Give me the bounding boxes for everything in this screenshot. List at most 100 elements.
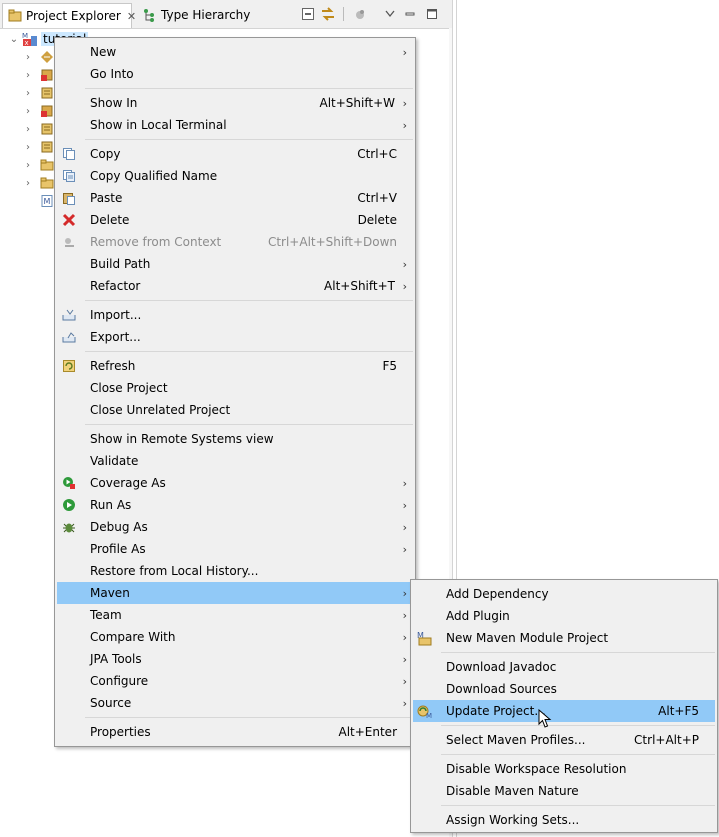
- svg-text:x: x: [25, 39, 29, 47]
- menu-item-compare-with[interactable]: Compare With ›: [57, 626, 413, 648]
- menu-item-close-project[interactable]: Close Project: [57, 377, 413, 399]
- menu-separator: [85, 351, 413, 352]
- menu-item-close-unrelated-project[interactable]: Close Unrelated Project: [57, 399, 413, 421]
- chevron-right-icon[interactable]: ›: [22, 52, 34, 63]
- menu-item-show-in-local-terminal[interactable]: Show in Local Terminal ›: [57, 114, 413, 136]
- menu-item-export[interactable]: Export...: [57, 326, 413, 348]
- link-with-editor-icon[interactable]: [320, 6, 336, 22]
- menu-item-run-as[interactable]: Run As ›: [57, 494, 413, 516]
- submenu-arrow-icon: ›: [402, 476, 407, 490]
- menu-separator: [85, 300, 413, 301]
- menu-item-show-in[interactable]: Show In Alt+Shift+W ›: [57, 92, 413, 114]
- library-icon: [40, 86, 54, 100]
- tree-item[interactable]: ›: [22, 66, 54, 84]
- menu-item-label: Team: [90, 608, 122, 622]
- menu-item-profile-as[interactable]: Profile As ›: [57, 538, 413, 560]
- copy-icon: [61, 146, 77, 162]
- tree-item[interactable]: M: [22, 192, 54, 210]
- chevron-right-icon[interactable]: ›: [22, 106, 34, 117]
- maven-menu-item-download-sources[interactable]: Download Sources: [413, 678, 715, 700]
- menu-separator: [85, 139, 413, 140]
- tree-item[interactable]: ›: [22, 84, 54, 102]
- menu-item-shortcut: Alt+Shift+W: [319, 96, 396, 110]
- menu-item-team[interactable]: Team ›: [57, 604, 413, 626]
- tree-item[interactable]: ›: [22, 48, 54, 66]
- menu-item-go-into[interactable]: Go Into: [57, 63, 413, 85]
- menu-item-maven[interactable]: Maven ›: [57, 582, 413, 604]
- maven-menu-item-update-project[interactable]: M Update Project... Alt+F5: [413, 700, 715, 722]
- menu-item-source[interactable]: Source ›: [57, 692, 413, 714]
- expanded-chevron-icon[interactable]: ⌄: [8, 34, 20, 45]
- tab-project-explorer[interactable]: Project Explorer ✕: [2, 3, 136, 28]
- tab-type-hierarchy[interactable]: Type Hierarchy: [136, 3, 291, 27]
- menu-item-label: Close Unrelated Project: [90, 403, 231, 417]
- menu-item-label: Download Javadoc: [446, 660, 557, 674]
- menu-item-restore-from-local-history[interactable]: Restore from Local History...: [57, 560, 413, 582]
- maven-menu-item-disable-workspace-resolution[interactable]: Disable Workspace Resolution: [413, 758, 715, 780]
- menu-item-configure[interactable]: Configure ›: [57, 670, 413, 692]
- menu-separator: [85, 424, 413, 425]
- view-menu-icon[interactable]: [382, 6, 398, 22]
- menu-item-show-in-remote-systems-view[interactable]: Show in Remote Systems view: [57, 428, 413, 450]
- maven-menu-item-assign-working-sets[interactable]: Assign Working Sets...: [413, 809, 715, 831]
- maven-menu-item-new-maven-module-project[interactable]: M New Maven Module Project: [413, 627, 715, 649]
- chevron-right-icon[interactable]: ›: [22, 124, 34, 135]
- chevron-right-icon[interactable]: ›: [22, 142, 34, 153]
- menu-item-label: Run As: [90, 498, 132, 512]
- folder-icon: [40, 158, 54, 172]
- delete-icon: [61, 212, 77, 228]
- menu-item-debug-as[interactable]: Debug As ›: [57, 516, 413, 538]
- maven-menu-item-add-dependency[interactable]: Add Dependency: [413, 583, 715, 605]
- export-icon: [61, 329, 77, 345]
- menu-item-copy-qualified-name[interactable]: Copy Qualified Name: [57, 165, 413, 187]
- menu-item-coverage-as[interactable]: Coverage As ›: [57, 472, 413, 494]
- menu-item-refactor[interactable]: Refactor Alt+Shift+T ›: [57, 275, 413, 297]
- menu-item-label: Show In: [90, 96, 138, 110]
- close-icon[interactable]: ✕: [127, 10, 136, 23]
- menu-item-label: Debug As: [90, 520, 148, 534]
- submenu-arrow-icon: ›: [402, 257, 407, 271]
- chevron-right-icon[interactable]: ›: [22, 70, 34, 81]
- menu-item-new[interactable]: New ›: [57, 41, 413, 63]
- tree-item[interactable]: ›: [22, 102, 54, 120]
- menu-item-build-path[interactable]: Build Path ›: [57, 253, 413, 275]
- chevron-right-icon[interactable]: ›: [22, 178, 34, 189]
- chevron-right-icon[interactable]: ›: [22, 160, 34, 171]
- menu-item-delete[interactable]: Delete Delete: [57, 209, 413, 231]
- menu-item-paste[interactable]: Paste Ctrl+V: [57, 187, 413, 209]
- menu-item-label: Import...: [90, 308, 142, 322]
- menu-item-shortcut: Ctrl+V: [357, 191, 397, 205]
- menu-item-remove-from-context[interactable]: Remove from Context Ctrl+Alt+Shift+Down: [57, 231, 413, 253]
- debug-icon: [61, 519, 77, 535]
- tree-item[interactable]: ›: [22, 120, 54, 138]
- menu-item-validate[interactable]: Validate: [57, 450, 413, 472]
- collapse-all-icon[interactable]: [300, 6, 316, 22]
- menu-item-label: Refactor: [90, 279, 141, 293]
- maximize-icon[interactable]: [424, 6, 440, 22]
- focus-icon[interactable]: [352, 6, 368, 22]
- submenu-arrow-icon: ›: [402, 45, 407, 59]
- minimize-icon[interactable]: [402, 6, 418, 22]
- submenu-arrow-icon: ›: [402, 586, 407, 600]
- menu-item-copy[interactable]: Copy Ctrl+C: [57, 143, 413, 165]
- maven-menu-item-disable-maven-nature[interactable]: Disable Maven Nature: [413, 780, 715, 802]
- menu-item-label: Configure: [90, 674, 149, 688]
- menu-item-shortcut: Ctrl+C: [357, 147, 397, 161]
- tree-item[interactable]: ›: [22, 138, 54, 156]
- type-hierarchy-icon: [141, 7, 157, 23]
- chevron-right-icon[interactable]: ›: [22, 88, 34, 99]
- maven-menu-item-download-javadoc[interactable]: Download Javadoc: [413, 656, 715, 678]
- submenu-arrow-icon: ›: [402, 279, 407, 293]
- menu-item-jpa-tools[interactable]: JPA Tools ›: [57, 648, 413, 670]
- menu-item-refresh[interactable]: Refresh F5: [57, 355, 413, 377]
- menu-item-label: Update Project...: [446, 704, 546, 718]
- maven-menu-item-add-plugin[interactable]: Add Plugin: [413, 605, 715, 627]
- menu-item-shortcut: Alt+F5: [658, 704, 699, 718]
- menu-item-label: Build Path: [90, 257, 151, 271]
- menu-item-import[interactable]: Import...: [57, 304, 413, 326]
- menu-item-properties[interactable]: Properties Alt+Enter: [57, 721, 413, 743]
- maven-update-icon: M: [417, 703, 433, 719]
- tree-item[interactable]: ›: [22, 174, 54, 192]
- tree-item[interactable]: ›: [22, 156, 54, 174]
- maven-menu-item-select-maven-profiles[interactable]: Select Maven Profiles... Ctrl+Alt+P: [413, 729, 715, 751]
